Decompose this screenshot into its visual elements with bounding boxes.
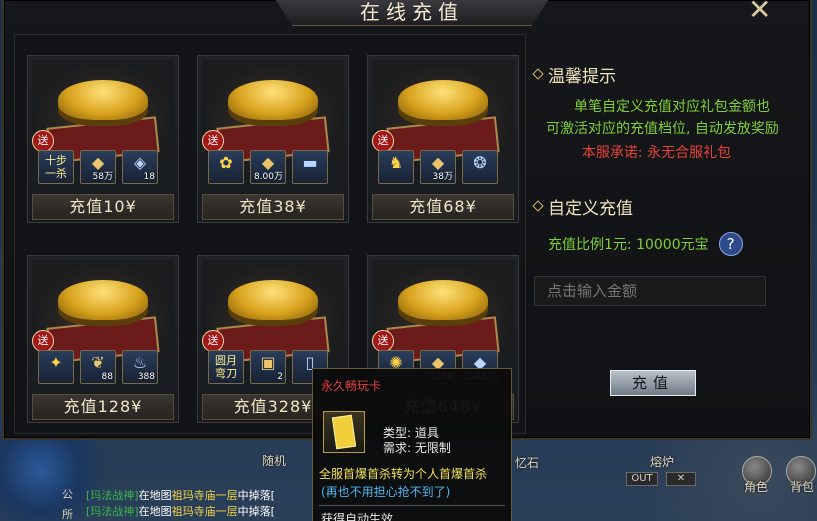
help-icon[interactable]: ? xyxy=(718,232,743,256)
reward-item[interactable]: ▣ 2 xyxy=(250,350,286,384)
reward-item[interactable]: ✦ xyxy=(38,350,74,384)
reward-item[interactable]: 圆月 弯刀 xyxy=(208,350,244,384)
chat-line: [玛法战神]在地图祖玛寺庙一层中掉落[ xyxy=(86,505,275,518)
send-badge: 送 xyxy=(372,330,394,352)
rate-text: 充值比例1元: 10000元宝 xyxy=(548,237,709,253)
item-icon: ▣ xyxy=(260,353,276,372)
info-section: 温馨提示 单笔自定义充值对应礼包金额也可激活对应的充值档位, 自动发放奖励 本服… xyxy=(532,60,779,396)
recharge-tier-button[interactable]: 充值10¥ xyxy=(32,194,174,220)
diamond-icon xyxy=(532,68,544,80)
tips-text: 单笔自定义充值对应礼包金额也可激活对应的充值档位, 自动发放奖励 xyxy=(546,99,779,137)
gold-ingot-art xyxy=(32,60,174,164)
ingot-icon xyxy=(228,80,318,120)
ingot-icon xyxy=(398,80,488,120)
package-card[interactable]: 送十步 一杀 ◆ 58万 ◈ 18 充值10¥ xyxy=(27,55,179,223)
tips-heading: 温馨提示 xyxy=(532,60,779,88)
recharge-button[interactable]: 充值 xyxy=(610,370,696,396)
package-card[interactable]: 送 ✦ ❦ 88 ♨ 388 充值128¥ xyxy=(27,255,179,423)
recharge-tier-button[interactable]: 充值128¥ xyxy=(32,394,174,420)
reward-item[interactable]: ❦ 88 xyxy=(80,350,116,384)
item-quantity: 38万 xyxy=(432,172,453,182)
role-label[interactable]: 角色 xyxy=(744,478,768,495)
reward-item[interactable]: ✿ xyxy=(208,150,244,184)
x-button[interactable]: ✕ xyxy=(666,472,696,486)
item-icon: ❦ xyxy=(91,353,105,372)
reward-item[interactable]: ❂ xyxy=(462,150,498,184)
send-badge: 送 xyxy=(32,330,54,352)
tooltip-requirement: 需求: 无限制 xyxy=(383,441,451,455)
item-icon: ♞ xyxy=(388,153,404,172)
chat-tabs: 公 所 xyxy=(62,486,80,521)
divider xyxy=(319,505,505,506)
ingot-icon xyxy=(58,280,148,320)
recharge-tier-button[interactable]: 充值68¥ xyxy=(372,194,514,220)
item-icon: ▬ xyxy=(302,153,318,172)
random-label[interactable]: 随机 xyxy=(262,452,286,469)
ingot-icon xyxy=(228,280,318,320)
reward-items: ✦ ❦ 88 ♨ 388 xyxy=(38,350,170,384)
chat-log: [玛法战神]在地图祖玛寺庙一层中掉落[ [玛法战神]在地图祖玛寺庙一层中掉落[ xyxy=(86,488,342,520)
package-card[interactable]: 送 ✿ ◆ 8.00万 ▬ 充值38¥ xyxy=(197,55,349,223)
amount-input[interactable] xyxy=(534,276,766,306)
out-button[interactable]: OUT xyxy=(626,472,658,486)
package-card[interactable]: 送 ♞ ◆ 38万 ❂ 充值68¥ xyxy=(367,55,519,223)
item-icon: ✿ xyxy=(219,153,233,172)
send-badge: 送 xyxy=(32,130,54,152)
gold-ingot-art xyxy=(202,60,344,164)
item-label: 十步 一杀 xyxy=(45,154,67,180)
item-label: 圆月 弯刀 xyxy=(215,354,237,380)
panel-title: 在线充值 xyxy=(360,0,464,24)
reward-items: 十步 一杀 ◆ 58万 ◈ 18 xyxy=(38,150,170,184)
gold-ingot-art xyxy=(32,260,174,364)
item-quantity: 8.00万 xyxy=(253,172,283,182)
item-quantity: 58万 xyxy=(92,172,113,182)
item-quantity: 2 xyxy=(277,372,283,382)
tooltip-desc: 全服首爆首杀转为个人首爆首杀 xyxy=(319,467,488,481)
furnace-label[interactable]: 熔炉 xyxy=(650,453,674,470)
diamond-icon xyxy=(532,200,544,212)
item-icon: ✦ xyxy=(49,353,63,372)
close-icon[interactable]: ✕ xyxy=(748,0,778,24)
reward-items: ♞ ◆ 38万 ❂ xyxy=(378,150,510,184)
reward-item[interactable]: ◆ 8.00万 xyxy=(250,150,286,184)
gold-ingot-art xyxy=(202,260,344,364)
rate-row: 充值比例1元: 10000元宝 ? xyxy=(534,232,779,256)
bag-label[interactable]: 背包 xyxy=(790,478,814,495)
item-quantity: 18 xyxy=(143,172,155,182)
chat-line: [玛法战神]在地图祖玛寺庙一层中掉落[ xyxy=(86,489,275,502)
title-bar: 在线充值 xyxy=(276,0,548,26)
reward-item[interactable]: ♨ 388 xyxy=(122,350,158,384)
reward-item[interactable]: ◈ 18 xyxy=(122,150,158,184)
item-icon: ❂ xyxy=(473,153,487,172)
reward-item[interactable]: ♞ xyxy=(378,150,414,184)
item-quantity: 88 xyxy=(101,372,113,382)
item-tooltip: 永久畅玩卡 类型: 道具 需求: 无限制 全服首爆首杀转为个人首爆首杀 (再也不… xyxy=(312,368,512,521)
item-icon: ◈ xyxy=(133,153,147,172)
custom-heading: 自定义充值 xyxy=(532,192,779,220)
tab-all[interactable]: 所 xyxy=(62,506,80,521)
tab-public[interactable]: 公 xyxy=(62,486,80,502)
send-badge: 送 xyxy=(202,330,224,352)
reward-item[interactable]: ◆ 58万 xyxy=(80,150,116,184)
item-icon: ♨ xyxy=(132,353,148,372)
card-icon xyxy=(323,411,365,453)
gold-ingot-art xyxy=(372,260,514,364)
ingot-icon xyxy=(58,80,148,120)
pledge-text: 本服承诺: 永无合服礼包 xyxy=(581,145,732,161)
tooltip-item-name: 永久畅玩卡 xyxy=(321,379,382,393)
ingot-icon xyxy=(398,280,488,320)
recall-stone-label[interactable]: 忆石 xyxy=(515,454,539,471)
gold-ingot-art xyxy=(372,60,514,164)
reward-items: ✿ ◆ 8.00万 ▬ xyxy=(208,150,340,184)
send-badge: 送 xyxy=(372,130,394,152)
reward-item[interactable]: 十步 一杀 xyxy=(38,150,74,184)
send-badge: 送 xyxy=(202,130,224,152)
reward-item[interactable]: ◆ 38万 xyxy=(420,150,456,184)
reward-item[interactable]: ▬ xyxy=(292,150,328,184)
recharge-tier-button[interactable]: 充值38¥ xyxy=(202,194,344,220)
item-quantity: 388 xyxy=(137,372,155,382)
